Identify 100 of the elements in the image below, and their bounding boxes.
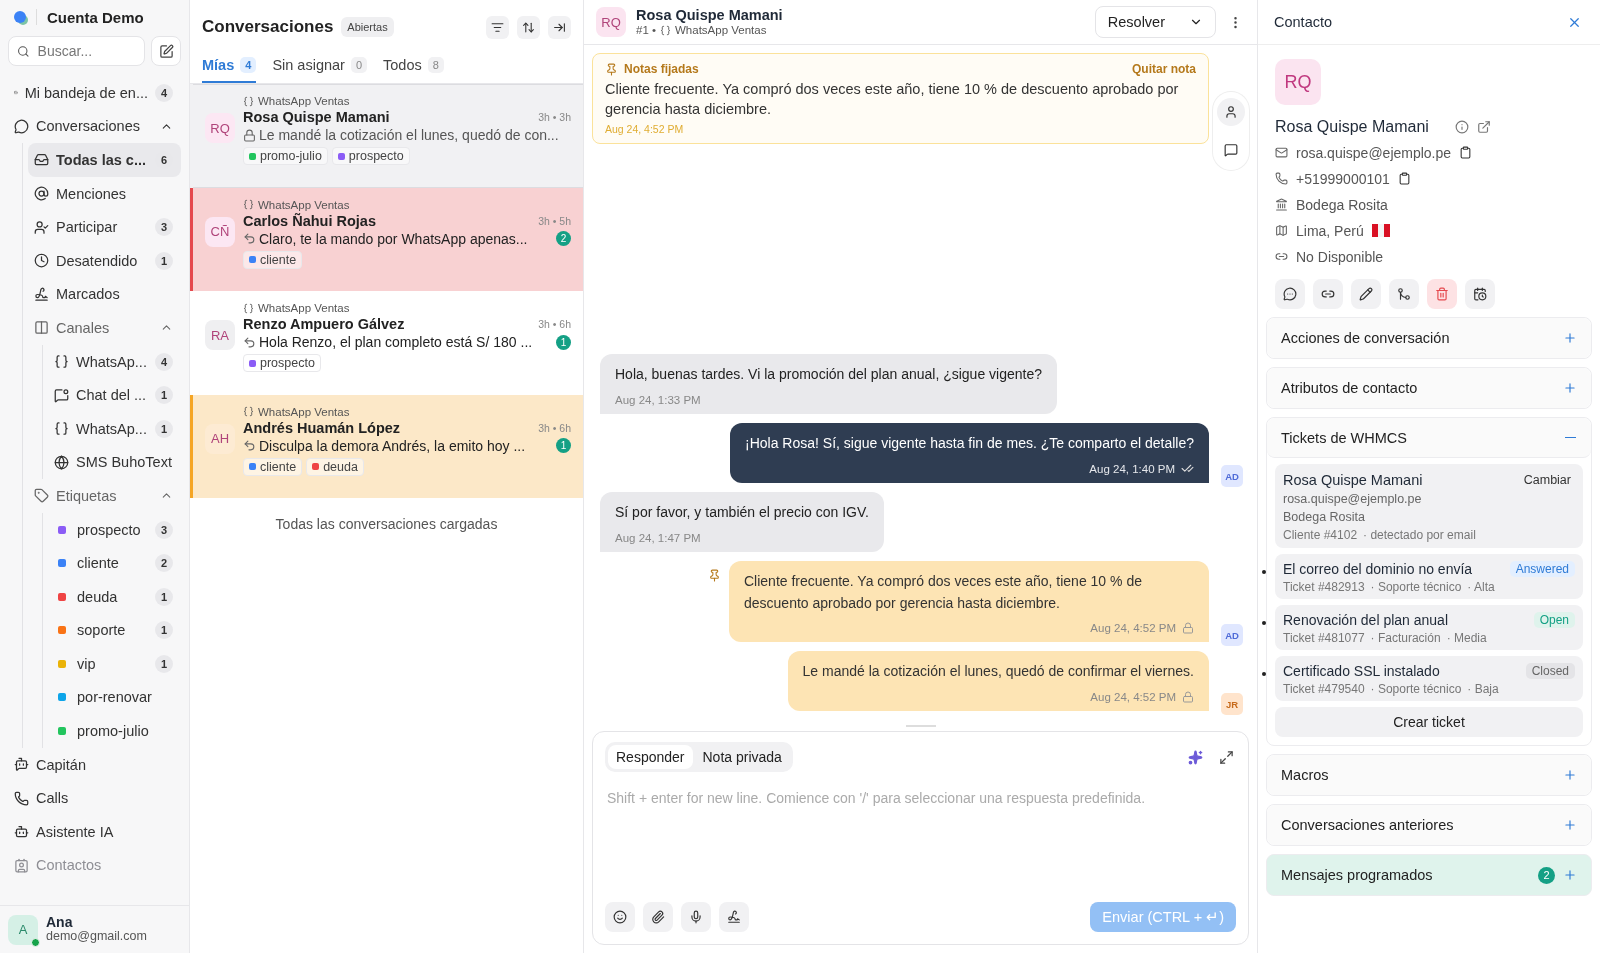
inbox-name: WhatsApp Ventas bbox=[258, 405, 350, 418]
contact-name: Andrés Huamán López bbox=[243, 419, 402, 436]
nav-item[interactable]: Asistente IA bbox=[8, 815, 181, 849]
section-header[interactable]: Tickets de WHMCS bbox=[1267, 418, 1591, 458]
info-icon[interactable] bbox=[1454, 120, 1469, 134]
plus-icon bbox=[1563, 868, 1577, 882]
collapse-button[interactable] bbox=[548, 15, 571, 39]
status-badge: Open bbox=[1533, 612, 1575, 628]
attach-button[interactable] bbox=[643, 902, 673, 932]
conversation-item[interactable]: RQ WhatsApp Ventas Rosa Quispe Mamani 3h • 3h Le mandé la cotización el lunes, quedó de con... promo-julio prospecto bbox=[190, 84, 583, 188]
search-field[interactable]: Buscar... bbox=[8, 36, 145, 66]
change-button[interactable]: Cambiar bbox=[1519, 473, 1575, 487]
search-input[interactable]: Buscar... bbox=[35, 42, 136, 60]
nav-item[interactable]: Mi bandeja de en... 4 bbox=[8, 76, 181, 110]
label-item[interactable]: soporte 1 bbox=[48, 613, 181, 648]
conversation-item[interactable]: CÑ WhatsApp Ventas Carlos Ñahui Rojas 3h • 5h Claro, te la mando por WhatsApp apenas... 2 cliente bbox=[190, 187, 583, 292]
copy-icon[interactable] bbox=[1459, 146, 1473, 159]
nav-group[interactable]: Etiquetas bbox=[28, 479, 181, 513]
create-ticket-button[interactable]: Crear ticket bbox=[1275, 707, 1583, 737]
message-button[interactable] bbox=[1275, 279, 1305, 309]
copy-icon[interactable] bbox=[1397, 172, 1411, 185]
schedule-button[interactable] bbox=[1465, 279, 1495, 309]
client-id: Cliente #4102 bbox=[1283, 528, 1358, 542]
panel-title: Contacto bbox=[1274, 14, 1334, 30]
section-header[interactable]: Conversaciones anteriores bbox=[1267, 805, 1591, 845]
search-icon bbox=[17, 43, 30, 59]
label-item[interactable]: cliente 2 bbox=[48, 546, 181, 580]
tag-icon bbox=[34, 488, 49, 504]
nav-item[interactable]: Marcados bbox=[28, 277, 181, 312]
bullet-icon bbox=[1262, 621, 1266, 625]
compose-button[interactable] bbox=[151, 36, 181, 66]
ticket-department: · Soporte técnico bbox=[1370, 682, 1462, 696]
map-icon bbox=[1275, 224, 1288, 237]
nav-item[interactable]: WhatsAp... 4 bbox=[48, 344, 181, 379]
conversation-tab[interactable]: Todos 8 bbox=[383, 48, 444, 83]
microphone-button[interactable] bbox=[681, 902, 711, 932]
message-time: Aug 24, 1:40 PM bbox=[1089, 462, 1175, 475]
phone-icon bbox=[1275, 172, 1288, 185]
label-item[interactable]: por-renovar bbox=[48, 680, 181, 715]
remove-note-link[interactable]: Quitar nota bbox=[1132, 62, 1196, 76]
resolve-button[interactable]: Resolver bbox=[1094, 6, 1216, 38]
label-item[interactable]: promo-julio bbox=[48, 714, 181, 748]
section-header[interactable]: Acciones de conversación bbox=[1267, 318, 1591, 358]
section-header[interactable]: Atributos de contacto bbox=[1267, 368, 1591, 408]
braces-icon bbox=[243, 199, 254, 211]
label-name: cliente bbox=[260, 459, 297, 474]
ticket-number: Ticket #482913 bbox=[1283, 580, 1365, 594]
section-header[interactable]: Macros bbox=[1267, 755, 1591, 795]
nav-item[interactable]: WhatsAp... 1 bbox=[48, 411, 181, 446]
minus-icon bbox=[1564, 436, 1576, 439]
ticket-department: · Soporte técnico bbox=[1370, 580, 1462, 594]
time-text: 3h • 6h bbox=[538, 318, 571, 331]
status-filter[interactable]: Abiertas bbox=[341, 17, 394, 37]
globe-icon bbox=[54, 454, 69, 470]
signature-button[interactable] bbox=[719, 902, 749, 932]
pin-icon bbox=[605, 62, 618, 76]
nav-group[interactable]: Canales bbox=[28, 311, 181, 345]
nav-item[interactable]: Capitán bbox=[8, 747, 181, 782]
braces-icon bbox=[243, 406, 254, 418]
label-item[interactable]: prospecto 3 bbox=[48, 512, 181, 547]
time-text: 3h • 6h bbox=[538, 421, 571, 434]
contact-card-icon bbox=[14, 857, 29, 873]
nav-item[interactable]: Participar 3 bbox=[28, 210, 181, 244]
nav-item[interactable]: Todas las c... 6 bbox=[28, 143, 181, 177]
conversation-tab[interactable]: Sin asignar 0 bbox=[272, 48, 368, 83]
contact-field: rosa.quispe@ejemplo.pe bbox=[1296, 144, 1452, 161]
delete-button[interactable] bbox=[1427, 279, 1457, 309]
ticket-priority: · Alta bbox=[1467, 580, 1495, 594]
link-button[interactable] bbox=[1313, 279, 1343, 309]
merge-icon bbox=[1397, 287, 1411, 301]
contact-name: Renzo Ampuero Gálvez bbox=[243, 316, 406, 333]
contact-panel-button[interactable] bbox=[1217, 98, 1245, 126]
conversation-item[interactable]: AH WhatsApp Ventas Andrés Huamán López 3h • 6h Disculpa la demora Andrés, la emito hoy ... 1 cliente deuda bbox=[190, 394, 583, 499]
user-name: Ana bbox=[46, 914, 74, 931]
sort-button[interactable] bbox=[517, 15, 540, 39]
label-name: deuda bbox=[323, 459, 358, 474]
nav-group[interactable]: Conversaciones bbox=[8, 109, 181, 144]
label-item[interactable]: vip 1 bbox=[48, 647, 181, 681]
message-text: Cliente frecuente. Ya compró dos veces este año, tiene 10 % de descuento aprobado por gerencia hasta diciembre. bbox=[744, 571, 1143, 613]
nav-item[interactable]: Menciones bbox=[28, 176, 181, 211]
edit-button[interactable] bbox=[1351, 279, 1381, 309]
sort-arrows-icon bbox=[522, 20, 535, 34]
pinned-text: Cliente frecuente. Ya compró dos veces este año, tiene 10 % de descuento aprobado por gerencia hasta diciembre. bbox=[605, 80, 1180, 119]
label-item[interactable]: deuda 1 bbox=[48, 579, 181, 614]
list-title: Conversaciones bbox=[202, 17, 334, 37]
pen-square-icon bbox=[158, 43, 174, 59]
merge-button[interactable] bbox=[1389, 279, 1419, 309]
bot-icon bbox=[14, 824, 29, 840]
nav-item[interactable]: SMS BuhoText bbox=[48, 445, 181, 480]
mail-icon bbox=[1275, 146, 1288, 159]
unread-badge: 2 bbox=[556, 231, 571, 247]
unread-badge: 1 bbox=[556, 438, 571, 454]
ticket-subject: Renovación del plan anual bbox=[1283, 612, 1449, 628]
nav-item[interactable]: Desatendido 1 bbox=[28, 243, 181, 278]
emoji-button[interactable] bbox=[605, 902, 635, 932]
external-link-icon[interactable] bbox=[1476, 120, 1491, 134]
filter-button[interactable] bbox=[486, 15, 509, 39]
nav-item[interactable]: Calls bbox=[8, 781, 181, 816]
nav-item[interactable]: Chat del ... 1 bbox=[48, 378, 181, 412]
lock-icon bbox=[1182, 691, 1194, 703]
